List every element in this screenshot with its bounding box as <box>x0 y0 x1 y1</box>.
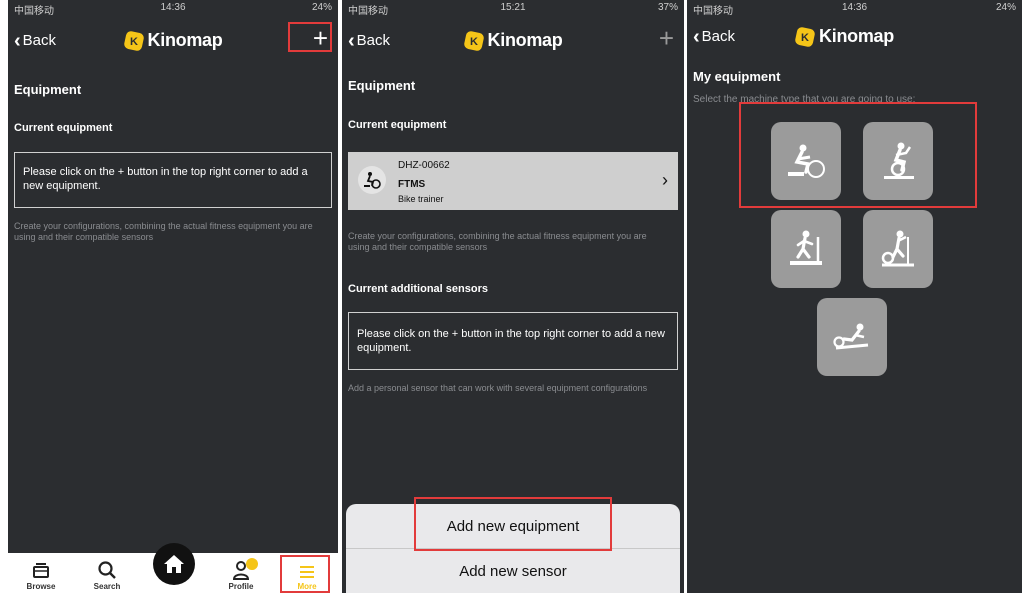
machine-treadmill[interactable] <box>771 210 841 288</box>
kinomap-logo-icon: K <box>795 26 815 47</box>
exercise-bike-icon <box>884 142 914 179</box>
kinomap-logo-icon: K <box>463 30 484 51</box>
tab-bar: Browse Search Profile More <box>8 543 338 593</box>
equipment-hint: Create your configurations, combining th… <box>348 231 647 252</box>
equipment-type: Bike trainer <box>398 194 444 204</box>
section-current-equipment: Current equipment <box>348 119 447 131</box>
equipment-screen-empty: 中国移动 14:36 24% ‹ Back K Kinomap + Equipm… <box>8 0 338 593</box>
svg-text:K: K <box>801 32 809 44</box>
treadmill-icon <box>790 230 822 265</box>
empty-equipment-notice: Please click on the + button in the top … <box>14 152 332 208</box>
page-title: My equipment <box>693 69 781 84</box>
nav-bar: ‹ Back K Kinomap <box>687 18 1022 58</box>
add-new-equipment-option[interactable]: Add new equipment <box>346 504 680 548</box>
section-current-equipment: Current equipment <box>14 122 113 134</box>
tab-label: Profile <box>228 582 254 591</box>
add-button[interactable]: + <box>659 25 674 51</box>
app-name: Kinomap <box>147 30 223 50</box>
tab-label: More <box>297 582 317 591</box>
machine-rower[interactable] <box>817 298 887 376</box>
tab-search[interactable]: Search <box>82 558 132 593</box>
equipment-card[interactable]: DHZ-00662 FTMS Bike trainer › <box>348 152 678 210</box>
kinomap-logo-icon: K <box>123 30 144 51</box>
search-icon <box>98 561 116 579</box>
clock: 14:36 <box>841 2 868 13</box>
clock: 14:36 <box>160 2 186 13</box>
battery-level: 24% <box>995 2 1016 13</box>
tab-label: Browse <box>26 582 56 591</box>
tab-more[interactable]: More <box>282 558 332 593</box>
clock: 15:21 <box>500 2 526 13</box>
action-sheet: Add new equipment Add new sensor <box>346 504 680 593</box>
tray-icon <box>33 563 49 578</box>
equipment-screen-configured: 中国移动 15:21 37% ‹ Back K Kinomap + Equipm… <box>342 0 684 593</box>
add-new-sensor-option[interactable]: Add new sensor <box>346 549 680 593</box>
status-bar: 中国移动 15:21 37% <box>342 0 684 17</box>
rower-icon <box>833 323 869 350</box>
sensor-hint: Add a personal sensor that can work with… <box>348 383 648 393</box>
equipment-hint: Create your configurations, combining th… <box>14 221 313 242</box>
app-logo: K Kinomap <box>342 30 684 51</box>
page-title: Equipment <box>348 78 416 93</box>
nav-bar: ‹ Back K Kinomap + <box>342 22 684 62</box>
bike-trainer-icon <box>364 172 381 189</box>
battery-level: 37% <box>657 2 678 13</box>
tab-label: Search <box>93 582 121 591</box>
elliptical-icon <box>881 230 914 267</box>
empty-sensor-notice: Please click on the + button in the top … <box>348 312 678 370</box>
tab-profile[interactable]: Profile <box>216 558 266 593</box>
status-bar: 中国移动 14:36 24% <box>8 0 338 17</box>
chevron-right-icon: › <box>662 170 668 190</box>
svg-text:K: K <box>130 36 138 48</box>
status-bar: 中国移动 14:36 24% <box>687 0 1022 17</box>
app-name: Kinomap <box>487 30 563 50</box>
section-additional-sensors: Current additional sensors <box>348 283 488 295</box>
machine-type-screen: 中国移动 14:36 24% ‹ Back K Kinomap My equip… <box>687 0 1022 593</box>
machine-exercise-bike[interactable] <box>863 122 933 200</box>
svg-text:K: K <box>470 36 478 48</box>
battery-level: 24% <box>311 2 332 13</box>
app-logo: K Kinomap <box>687 26 1022 47</box>
machine-instruction: Select the machine type that you are goi… <box>693 94 916 105</box>
notification-dot <box>246 558 258 570</box>
menu-icon <box>300 566 314 578</box>
nav-bar: ‹ Back K Kinomap + <box>8 22 338 62</box>
add-button[interactable]: + <box>313 25 328 51</box>
machine-bike-trainer[interactable] <box>771 122 841 200</box>
home-icon <box>164 555 184 573</box>
app-name: Kinomap <box>819 26 894 46</box>
home-button[interactable] <box>153 543 195 585</box>
equipment-id: DHZ-00662 <box>398 160 450 171</box>
tab-browse[interactable]: Browse <box>16 558 66 593</box>
bike-trainer-icon <box>788 144 825 178</box>
machine-elliptical[interactable] <box>863 210 933 288</box>
equipment-protocol: FTMS <box>398 179 426 190</box>
page-title: Equipment <box>14 82 82 97</box>
app-logo: K Kinomap <box>8 30 338 51</box>
